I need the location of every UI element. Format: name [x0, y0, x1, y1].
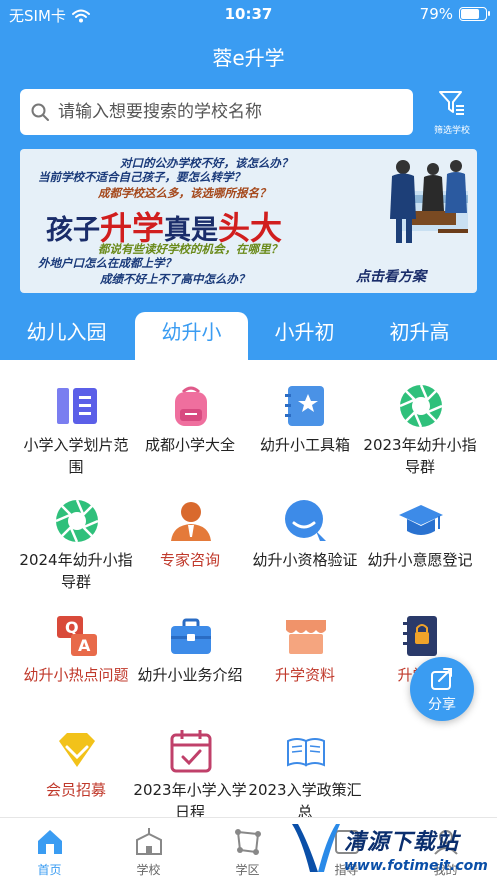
grid-item-label: 小学入学划片范围: [23, 436, 129, 476]
notebook-star-icon: [285, 386, 324, 426]
tab-kindergarten[interactable]: 幼儿入园: [10, 312, 123, 360]
filter-button[interactable]: 筛选学校: [427, 89, 477, 137]
grid-item-label: 幼升小业务介绍: [137, 666, 243, 684]
grid-item-policy-summary[interactable]: 2023入学政策汇总: [248, 707, 362, 822]
banner-line: 当前学校不适合自己孩子，要怎么转学？: [38, 170, 245, 184]
tab-primary-entry[interactable]: 幼升小: [135, 312, 248, 360]
briefcase-icon: [171, 618, 211, 654]
grid-item-label: 专家咨询: [159, 551, 220, 569]
grid-item-hot-questions[interactable]: Q A 幼升小热点问题: [19, 592, 133, 707]
nav-district[interactable]: 学区: [198, 818, 297, 883]
svg-text:A: A: [78, 636, 91, 655]
grid-item-toolbox[interactable]: 幼升小工具箱: [248, 362, 362, 477]
expert-person-icon: [171, 502, 211, 541]
search-bar[interactable]: [20, 89, 413, 135]
grid-item-label: 2023年幼升小指导群: [363, 436, 477, 476]
grid-item-guide-group-2024[interactable]: 2024年幼升小指导群: [19, 477, 133, 592]
grid-item-label: 会员招募: [45, 781, 106, 799]
grid-item-label: 2024年幼升小指导群: [19, 551, 133, 591]
tab-high-entry[interactable]: 初升高: [363, 312, 476, 360]
search-input[interactable]: [58, 102, 388, 122]
grid-item-materials[interactable]: 升学资料: [248, 592, 362, 707]
nav-label: 学区: [235, 863, 260, 877]
header-area: 无SIM卡 10:37 79% 蓉e升学 请输入想要搜索的学校名称 筛选学校 对…: [0, 0, 497, 360]
tab-middle-entry[interactable]: 小升初: [248, 312, 361, 360]
grid-item-intention-register[interactable]: 幼升小意愿登记: [363, 477, 477, 592]
grid-item-membership[interactable]: 会员招募: [19, 707, 133, 822]
share-icon: [431, 668, 452, 690]
grid-item-school-directory[interactable]: 成都小学大全: [133, 362, 247, 477]
filter-icon: [439, 91, 464, 115]
watermark: 清源下载站 www.fotimeit.com: [286, 818, 488, 880]
aperture-icon: [55, 499, 99, 543]
nav-school[interactable]: 学校: [99, 818, 198, 883]
open-book-icon: [287, 738, 325, 767]
grid-item-qualification-check[interactable]: 幼升小资格验证: [248, 477, 362, 592]
search-icon: [31, 103, 49, 121]
home-icon: [38, 830, 62, 854]
battery-percent: 79%: [419, 5, 453, 23]
banner-line: 成都学校这么多，该选哪所报名？: [98, 186, 271, 200]
watermark-logo: [292, 824, 340, 872]
graduation-cap-icon: [399, 505, 443, 535]
diamond-icon: [59, 733, 95, 767]
grade-tabs: 幼儿入园 幼升小 小升初 初升高: [0, 312, 497, 360]
grid-item-enrollment-zone[interactable]: 小学入学划片范围: [19, 362, 133, 477]
watermark-title: 清源下载站: [344, 830, 460, 855]
banner-line: 成绩不好上不了高中怎么办？: [100, 272, 250, 286]
status-bar: 无SIM卡 10:37 79%: [0, 0, 497, 30]
banner-line: 外地户口怎么在成都上学？: [38, 256, 176, 270]
grid-item-label: 幼升小资格验证: [252, 551, 358, 569]
watermark-url: www.fotimeit.com: [344, 858, 488, 874]
search-bubble-icon: [285, 500, 326, 541]
headline-part: 孩子: [46, 215, 100, 246]
battery-icon: [459, 7, 490, 21]
app-title: 蓉e升学: [212, 46, 285, 70]
share-label: 分享: [428, 697, 456, 713]
grid-item-business-intro[interactable]: 幼升小业务介绍: [133, 592, 247, 707]
grid-item-label: 幼升小工具箱: [259, 436, 350, 454]
nav-label: 首页: [37, 863, 62, 877]
grid-item-label: 幼升小意愿登记: [367, 551, 473, 569]
school-icon: [136, 828, 162, 855]
qa-icon: Q A: [57, 616, 97, 656]
grid-item-schedule[interactable]: 2023年小学入学日程: [133, 707, 247, 822]
nav-label: 学校: [136, 863, 161, 877]
calendar-check-icon: [170, 730, 212, 773]
aperture-icon: [399, 384, 443, 428]
grid-item-expert[interactable]: 专家咨询: [133, 477, 247, 592]
store-icon: [286, 620, 326, 654]
district-icon: [235, 829, 261, 855]
share-button[interactable]: 分享: [410, 657, 474, 721]
nav-home[interactable]: 首页: [0, 818, 99, 883]
promo-banner[interactable]: 对口的公办学校不好，该怎么办？ 当前学校不适合自己孩子，要怎么转学？ 成都学校这…: [20, 149, 477, 293]
grid-item-label: 升学资料: [274, 666, 335, 684]
list-columns-icon: [57, 388, 97, 424]
filter-label: 筛选学校: [433, 126, 470, 136]
banner-cta[interactable]: 点击看方案: [356, 266, 426, 286]
grid-item-guide-group-2023[interactable]: 2023年幼升小指导群: [363, 362, 477, 477]
backpack-icon: [175, 386, 207, 426]
lock-notebook-icon: [403, 616, 437, 656]
grid-item-label: 成都小学大全: [144, 436, 235, 454]
grid-item-label: 幼升小热点问题: [23, 666, 129, 684]
